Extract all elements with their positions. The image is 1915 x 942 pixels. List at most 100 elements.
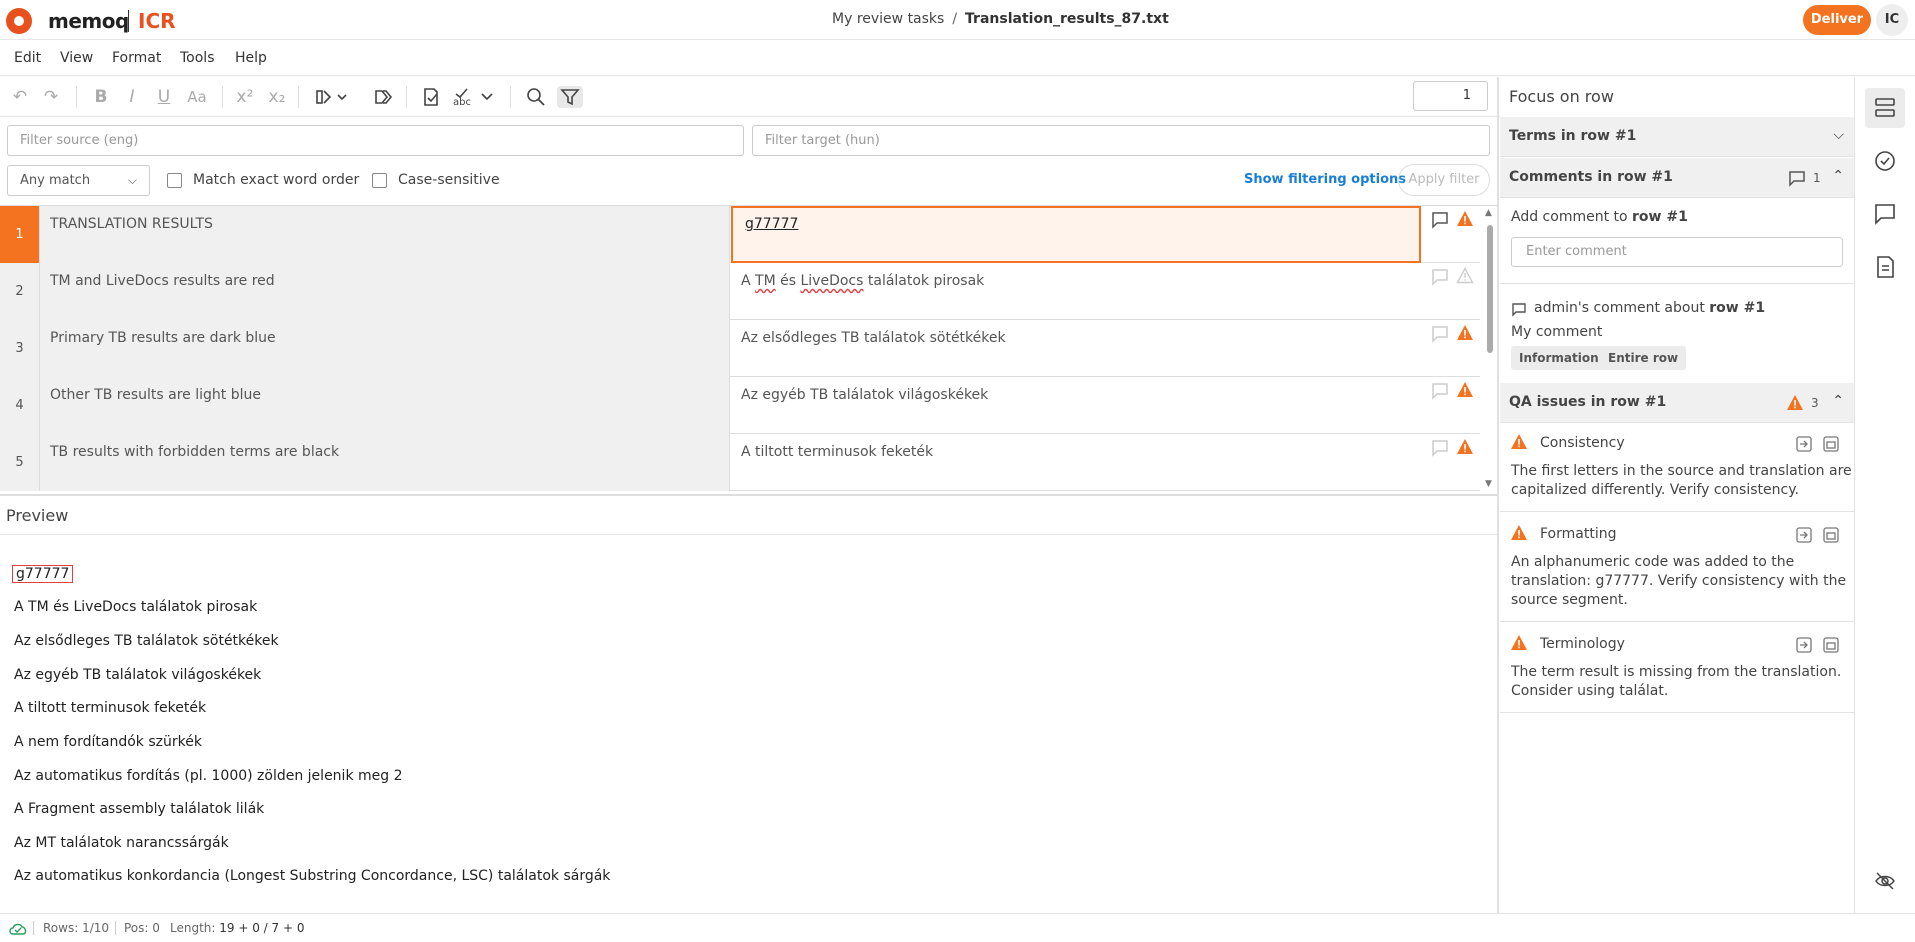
filter-target-input[interactable]: Filter target (hun) [752,125,1490,156]
scroll-down-icon[interactable]: ▼ [1485,479,1492,489]
qa-section-header[interactable]: QA issues in row #1 3 ⌃ [1500,383,1854,423]
target-cell[interactable]: Az egyéb TB találatok világoskékek [731,377,1421,434]
menu-edit[interactable]: Edit [14,50,41,66]
search-icon[interactable] [525,86,547,108]
row-number[interactable]: 3 [0,320,40,377]
source-cell[interactable]: TB results with forbidden terms are blac… [40,434,730,491]
comment-icon[interactable] [1431,211,1449,229]
filter-icon[interactable] [557,86,583,108]
preview-line[interactable]: A TM és LiveDocs találatok pirosak [14,599,257,615]
grid-row[interactable]: 4 Other TB results are light blue Az egy… [0,377,1480,434]
insert-tag-icon[interactable] [314,86,350,108]
terms-section-header[interactable]: Terms in row #1 ⌵ [1500,117,1854,157]
row-number[interactable]: 2 [0,263,40,320]
open-issue-icon[interactable] [1821,635,1841,655]
comments-section-header[interactable]: Comments in row #1 1 ⌃ [1500,158,1854,198]
warning-icon[interactable] [1456,267,1474,285]
document-icon[interactable] [1865,247,1905,287]
warning-icon[interactable] [1456,324,1474,342]
copy-tags-icon[interactable] [372,86,394,108]
superscript-icon[interactable]: x² [234,86,256,108]
comments-icon[interactable] [1865,194,1905,234]
source-cell[interactable]: TM and LiveDocs results are red [40,263,730,320]
comment-icon[interactable] [1431,382,1449,400]
preview-line[interactable]: A nem fordítandók szürkék [14,734,202,750]
row-status-icons [1421,377,1480,434]
row-number[interactable]: 5 [0,434,40,491]
comment-icon[interactable] [1431,439,1449,457]
target-cell[interactable]: A TM és LiveDocs találatok pirosak [731,263,1421,320]
grid-scrollbar[interactable]: ▲ ▼ [1483,205,1497,493]
preview-line[interactable]: A Fragment assembly találatok lilák [14,801,264,817]
cloud-sync-icon [9,923,27,935]
case-sensitive-checkbox[interactable] [372,173,387,188]
preview-line[interactable]: Az automatikus konkordancia (Longest Sub… [14,868,610,884]
source-cell[interactable]: TRANSLATION RESULTS [40,206,730,263]
user-avatar[interactable]: IC [1876,4,1908,36]
check-circle-icon[interactable] [1865,141,1905,181]
breadcrumb-parent[interactable]: My review tasks [832,11,944,27]
toolbar-divider [222,86,223,108]
comment-input[interactable]: Enter comment [1511,237,1843,267]
filter-source-input[interactable]: Filter source (eng) [7,125,744,156]
bold-icon[interactable]: B [90,86,112,108]
redo-icon[interactable]: ↷ [40,86,62,108]
row-number[interactable]: 1 [0,206,40,263]
deliver-button[interactable]: Deliver [1803,5,1871,35]
preview-line[interactable]: Az egyéb TB találatok világoskékek [14,667,261,683]
source-cell[interactable]: Other TB results are light blue [40,377,730,434]
warning-icon[interactable] [1456,381,1474,399]
open-issue-icon[interactable] [1821,525,1841,545]
warning-icon[interactable] [1456,210,1474,228]
preview-line[interactable]: Az MT találatok narancssárgák [14,835,229,851]
target-cell[interactable]: Az elsődleges TB találatok sötétkékek [731,320,1421,377]
qa-issue-title: Formatting [1540,526,1617,542]
row-number[interactable]: 4 [0,377,40,434]
go-to-issue-icon[interactable] [1794,434,1814,454]
font-case-icon[interactable]: Aa [184,86,210,108]
grid-row[interactable]: 1 TRANSLATION RESULTS g77777 [0,206,1480,263]
scroll-up-icon[interactable]: ▲ [1485,208,1492,218]
subscript-icon[interactable]: x₂ [266,86,288,108]
exact-word-order-checkbox[interactable] [167,173,182,188]
apply-filter-button[interactable]: Apply filter [1398,164,1490,196]
preview-line[interactable]: Az elsődleges TB találatok sötétkékek [14,633,279,649]
comment-author-row: row #1 [1709,300,1766,316]
underline-icon[interactable]: U [153,86,175,108]
target-cell-editing[interactable]: g77777 [731,206,1421,263]
row-number-input[interactable]: 1 [1413,81,1488,111]
hide-panel-icon[interactable] [1865,861,1905,901]
warning-icon[interactable] [1456,438,1474,456]
show-filtering-options-link[interactable]: Show filtering options [1244,172,1406,187]
spellcheck-icon[interactable]: abc [452,86,498,108]
focus-row-icon[interactable] [1865,88,1905,128]
italic-icon[interactable]: I [121,86,143,108]
grid-row[interactable]: 3 Primary TB results are dark blue Az el… [0,320,1480,377]
comment-icon[interactable] [1431,268,1449,286]
match-mode-select[interactable]: Any match ⌵ [7,165,150,196]
menu-tools[interactable]: Tools [180,50,215,66]
menu-format[interactable]: Format [112,50,161,66]
panel-divider[interactable] [1497,77,1499,913]
preview-line[interactable]: Az automatikus fordítás (pl. 1000) zölde… [14,768,403,784]
chevron-down-icon: ⌵ [1833,127,1844,143]
grid-row[interactable]: 5 TB results with forbidden terms are bl… [0,434,1480,491]
go-to-issue-icon[interactable] [1794,635,1814,655]
undo-icon[interactable]: ↶ [9,86,31,108]
menu-view[interactable]: View [60,50,93,66]
menu-help[interactable]: Help [235,50,267,66]
target-cell[interactable]: A tiltott terminusok feketék [731,434,1421,491]
scroll-thumb[interactable] [1487,225,1493,353]
confirm-document-icon[interactable] [420,86,442,108]
comment-icon[interactable] [1431,325,1449,343]
comment-tag-entire-row: Entire row [1600,346,1687,370]
grid-row[interactable]: 2 TM and LiveDocs results are red A TM é… [0,263,1480,320]
preview-line-active[interactable]: g77777 [12,565,74,583]
source-cell[interactable]: Primary TB results are dark blue [40,320,730,377]
add-comment-label: Add comment to row #1 [1511,209,1688,225]
go-to-issue-icon[interactable] [1794,525,1814,545]
open-issue-icon[interactable] [1821,434,1841,454]
chevron-up-icon: ⌃ [1832,168,1844,184]
preview-line[interactable]: A tiltott terminusok feketék [14,700,206,716]
divider [115,921,116,935]
